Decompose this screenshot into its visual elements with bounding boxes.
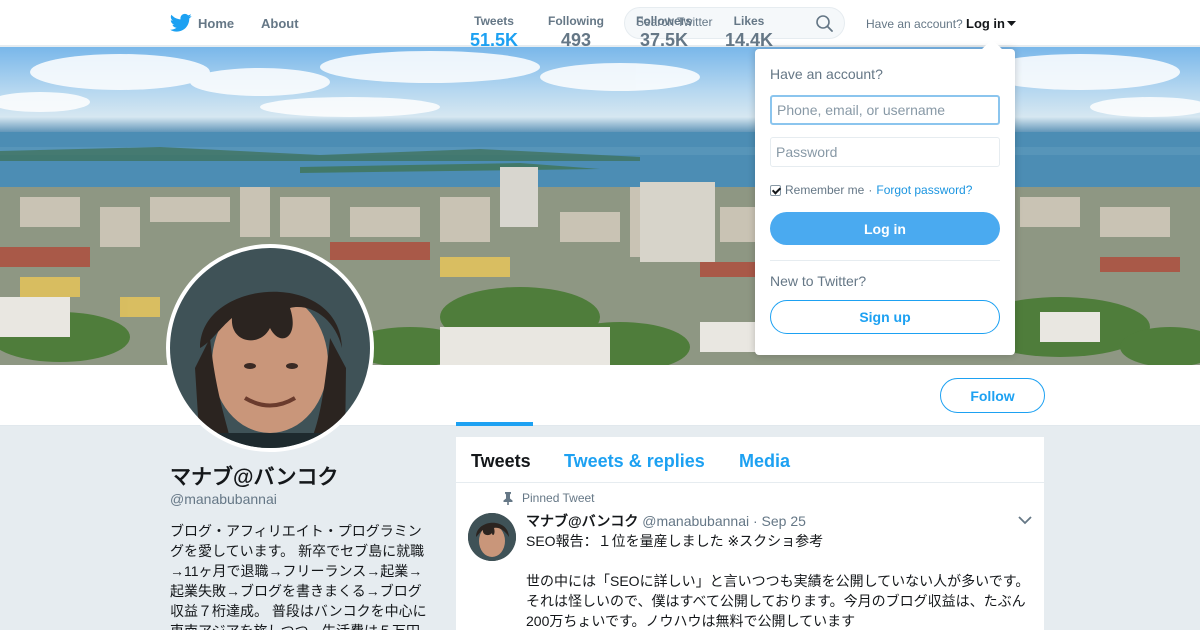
remember-me-checkbox[interactable]	[770, 184, 781, 196]
chevron-down-icon[interactable]	[1018, 515, 1032, 525]
stat-tweets[interactable]: Tweets 51.5K	[470, 14, 518, 51]
avatar-photo	[170, 248, 370, 448]
username-field[interactable]	[770, 95, 1000, 125]
password-field[interactable]	[770, 137, 1000, 167]
tab-tweets-and-replies[interactable]: Tweets & replies	[564, 451, 705, 472]
tweet-author-name[interactable]: マナブ@バンコク	[526, 513, 638, 529]
tweet-avatar-photo	[468, 513, 516, 561]
tab-media[interactable]: Media	[739, 451, 790, 472]
tweet-date[interactable]: · Sep 25	[753, 513, 806, 529]
separator-dot: ·	[868, 183, 873, 197]
tweet-text: SEO報告：１位を量産しました ※スクショ参考 世の中には「SEOに詳しい」と言…	[526, 531, 1036, 630]
follow-button[interactable]: Follow	[940, 378, 1045, 413]
profile-bio: ブログ・アフィリエイト・プログラミングを愛しています。 新卒でセブ島に就職→11…	[170, 523, 427, 630]
stat-value: 493	[560, 30, 592, 50]
pin-icon	[503, 491, 513, 505]
profile-name[interactable]: マナブ@バンコク	[170, 461, 339, 491]
pinned-tweet-label: Pinned Tweet	[502, 491, 595, 505]
twitter-bird-icon	[170, 13, 192, 32]
login-menu-toggle[interactable]: Log in	[966, 16, 1016, 31]
stat-label: Following	[548, 14, 604, 28]
nav-home-link[interactable]: Home	[170, 13, 234, 33]
search-icon[interactable]	[816, 15, 833, 32]
timeline: Tweets Tweets & replies Media Pinned Twe…	[456, 437, 1044, 630]
login-menu-label: Log in	[966, 16, 1005, 31]
remember-me-row: Remember me · Forgot password?	[770, 183, 972, 197]
active-stat-underline	[456, 422, 533, 426]
login-button[interactable]: Log in	[770, 212, 1000, 245]
stat-value: 51.5K	[470, 30, 519, 50]
stat-value: 37.5K	[639, 30, 689, 50]
profile-handle[interactable]: @manabubannai	[170, 491, 277, 507]
forgot-password-link[interactable]: Forgot password?	[876, 183, 972, 197]
tweet-author-handle[interactable]: @manabubannai	[642, 513, 749, 529]
caret-down-icon	[1007, 20, 1016, 26]
nav-home-label: Home	[198, 15, 235, 31]
stat-label: Followers	[636, 14, 693, 28]
tab-tweets[interactable]: Tweets	[471, 451, 531, 472]
nav-about-link[interactable]: About	[261, 16, 299, 31]
stat-following[interactable]: Following 493	[548, 14, 604, 51]
tweet-line: 世の中には「SEOに詳しい」と言いつつも実績を公開していない人が多いです。それは…	[526, 573, 1030, 629]
signup-button[interactable]: Sign up	[770, 300, 1000, 334]
remember-me-label[interactable]: Remember me	[785, 183, 864, 197]
account-prompt: Have an account?	[866, 17, 963, 31]
pinned-label-text: Pinned Tweet	[522, 491, 595, 505]
stat-likes[interactable]: Likes 14.4K	[725, 14, 773, 51]
tweet-line: SEO報告：１位を量産しました ※スクショ参考	[526, 533, 824, 549]
login-dropdown: Have an account? Remember me · Forgot pa…	[755, 39, 1015, 355]
dropdown-title: Have an account?	[770, 66, 883, 82]
new-to-twitter-prompt: New to Twitter?	[770, 273, 867, 289]
stat-value: 14.4K	[725, 30, 774, 50]
profile-avatar[interactable]	[166, 244, 374, 452]
tweet-header: マナブ@バンコク @manabubannai · Sep 25	[526, 511, 806, 531]
dropdown-divider	[770, 260, 1000, 261]
stat-label: Likes	[733, 14, 765, 28]
stat-followers[interactable]: Followers 37.5K	[636, 14, 692, 51]
timeline-tabs: Tweets Tweets & replies Media	[456, 437, 1044, 483]
tweet-avatar[interactable]	[468, 513, 516, 561]
stat-label: Tweets	[474, 14, 514, 28]
